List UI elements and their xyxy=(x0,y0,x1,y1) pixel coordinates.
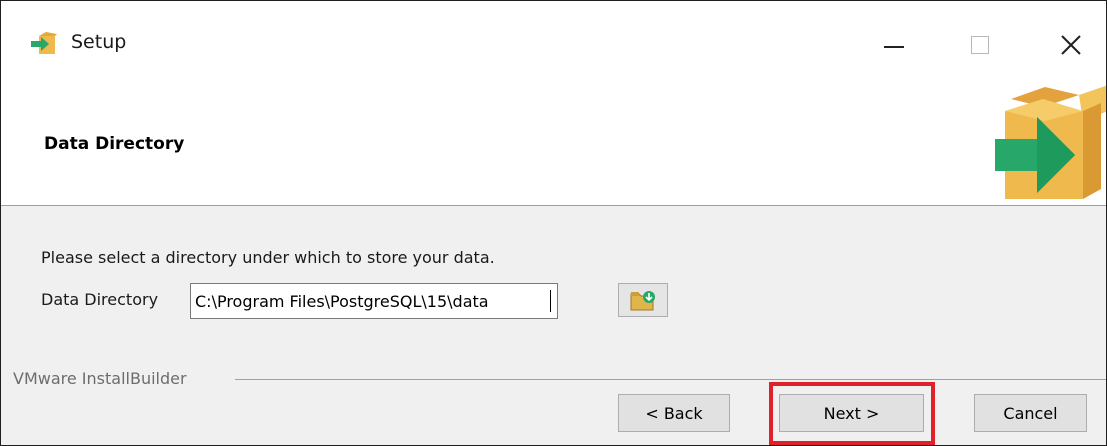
instruction-text: Please select a directory under which to… xyxy=(41,248,495,267)
folder-browse-icon xyxy=(630,291,655,311)
installer-box-arrow-logo xyxy=(995,85,1106,199)
page-title: Data Directory xyxy=(44,134,185,154)
data-directory-label: Data Directory xyxy=(41,290,159,309)
browse-folder-button[interactable] xyxy=(618,283,668,317)
back-button[interactable]: < Back xyxy=(618,394,730,432)
close-button[interactable] xyxy=(1036,19,1106,71)
minimize-button[interactable] xyxy=(859,19,929,71)
maximize-icon xyxy=(971,36,989,54)
data-directory-input[interactable] xyxy=(190,283,558,319)
setup-box-arrow-icon xyxy=(31,32,57,54)
text-caret xyxy=(550,290,551,312)
cancel-button[interactable]: Cancel xyxy=(974,394,1087,432)
footer-brand: VMware InstallBuilder xyxy=(13,369,191,388)
window-title: Setup xyxy=(71,31,127,53)
title-bar: Setup xyxy=(1,1,1106,91)
content-panel xyxy=(1,206,1106,445)
maximize-button[interactable] xyxy=(945,19,1015,71)
close-icon xyxy=(1061,35,1081,55)
next-button[interactable]: Next > xyxy=(779,394,924,432)
footer-separator xyxy=(235,379,1106,380)
setup-window: Setup Data Directory Please select a dir… xyxy=(0,0,1107,446)
minimize-icon xyxy=(884,46,904,48)
